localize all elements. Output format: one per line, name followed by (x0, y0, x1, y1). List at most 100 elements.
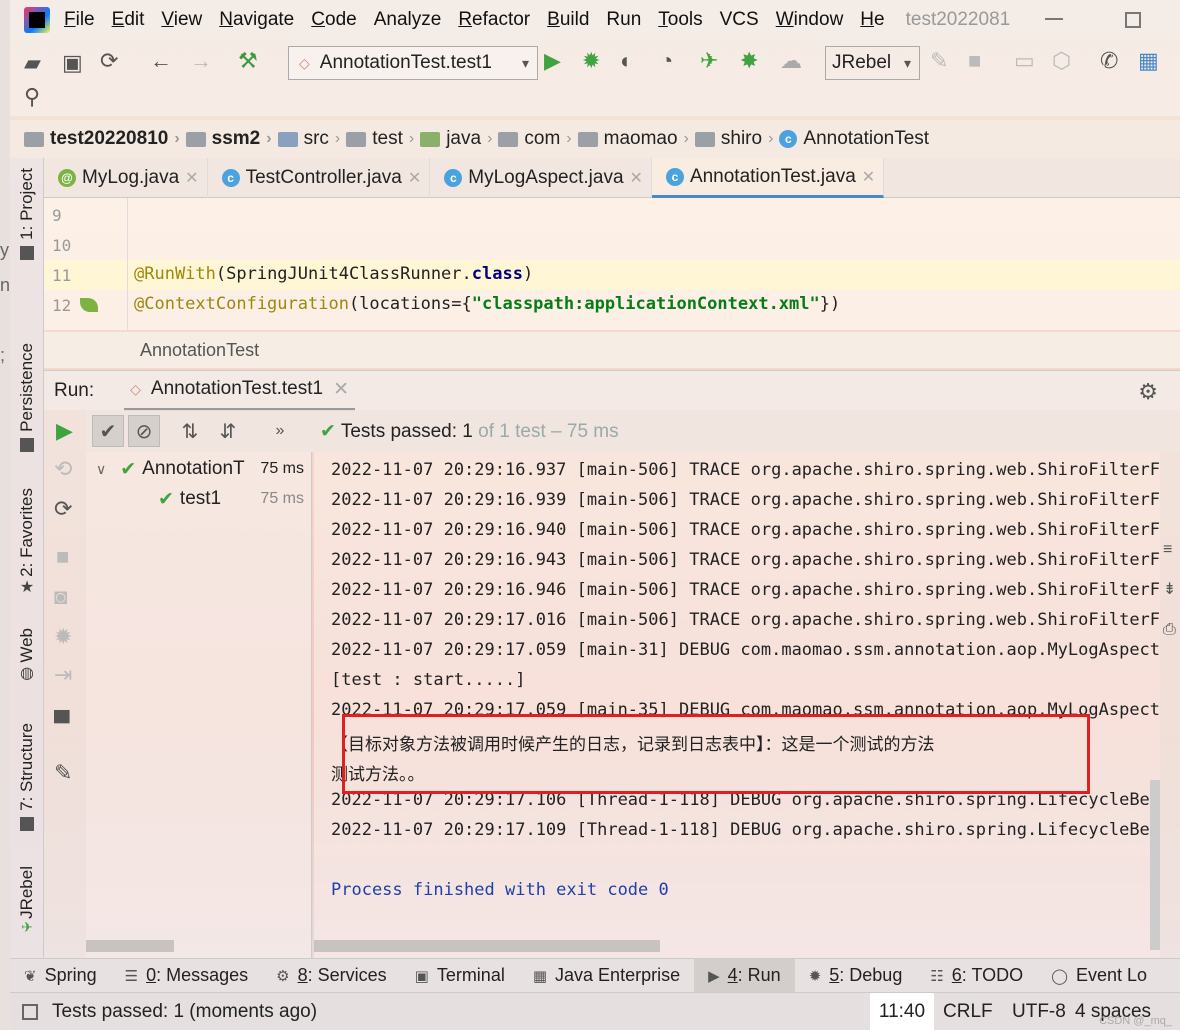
maximize-icon[interactable] (1125, 12, 1141, 28)
tree-row-class[interactable]: ∨ ✔ AnnotationT 75 ms (86, 454, 312, 484)
coverage-icon[interactable]: ◐ (620, 50, 633, 72)
editor-tab[interactable]: c MyLogAspect.java ✕ (430, 158, 652, 198)
exit-icon[interactable]: ⇥ (54, 664, 72, 686)
attach-icon[interactable]: ☁ (780, 50, 802, 72)
run-configuration-select[interactable]: ◇ AnnotationTest.test1 ▾ (288, 46, 538, 80)
breadcrumb-item[interactable]: c AnnotationTest (779, 128, 929, 150)
debug-icon[interactable]: ✹ (582, 50, 600, 72)
toggle-auto-test-icon[interactable]: ⟳ (54, 498, 72, 520)
breadcrumb-item[interactable]: test › (346, 128, 420, 150)
close-icon[interactable]: ✕ (185, 168, 198, 188)
run-icon[interactable]: ▶ (544, 50, 561, 72)
tool-button-terminal[interactable]: ▣ Terminal (401, 959, 519, 993)
console-horizontal-scrollbar[interactable] (314, 940, 660, 952)
show-ignored-icon[interactable]: ⊘ (128, 415, 160, 447)
jrebel-run-icon[interactable]: ✈ (700, 50, 718, 72)
print-icon[interactable]: ⎙ (1163, 622, 1176, 638)
breadcrumb-item[interactable]: src › (277, 128, 347, 150)
menu-item-code[interactable]: Code (311, 9, 356, 31)
menu-item-build[interactable]: Build (547, 9, 589, 31)
close-icon[interactable]: ✕ (408, 168, 421, 188)
tool-button-todo[interactable]: ☷ 6: TODO (916, 959, 1037, 993)
console-output[interactable]: 2022-11-07 20:29:16.937 [main-506] TRACE… (314, 452, 1160, 958)
close-icon[interactable]: ✕ (333, 378, 349, 401)
tab-persistence[interactable]: Persistence (10, 343, 44, 452)
gear-icon[interactable]: ⚙ (1138, 379, 1158, 405)
settings-wrench-icon[interactable]: ✆ (1100, 50, 1118, 72)
breadcrumb-item[interactable]: test20220810 › (24, 128, 186, 150)
console-vertical-scrollbar[interactable] (1150, 780, 1160, 950)
build-hammer-icon[interactable]: ⚒ (238, 50, 258, 72)
back-icon[interactable]: ← (150, 50, 172, 72)
breadcrumb-item[interactable]: java › (420, 128, 498, 150)
run-tab[interactable]: ◇ AnnotationTest.test1 ✕ (124, 371, 356, 411)
menu-item-file[interactable]: File (64, 9, 95, 31)
menu-item-run[interactable]: Run (606, 9, 641, 31)
more-icon[interactable]: » (264, 415, 296, 447)
device-icon[interactable]: ▭ (1014, 50, 1035, 72)
menu-item-window[interactable]: Window (776, 9, 844, 31)
jrebel-select[interactable]: JRebel ▾ (825, 46, 920, 80)
layout-icon[interactable]: ▀ (54, 712, 70, 734)
editor-tab[interactable]: c AnnotationTest.java ✕ (651, 158, 885, 198)
editor-breadcrumb[interactable]: AnnotationTest (44, 332, 1180, 368)
tab-jrebel[interactable]: JRebel ✈ (10, 866, 44, 936)
debug-icon[interactable]: ✹ (54, 626, 72, 648)
tool-button-messages[interactable]: ☰ 0: Messages (111, 959, 263, 993)
menu-item-analyze[interactable]: Analyze (374, 9, 442, 31)
breadcrumb-item[interactable]: ssm2 › (185, 128, 278, 150)
tab-favorites[interactable]: 2: Favorites ★ (10, 488, 44, 597)
menu-item-vcs[interactable]: VCS (720, 9, 759, 31)
menu-item-edit[interactable]: Edit (112, 9, 145, 31)
tool-button-run[interactable]: ▶ 4: Run (694, 958, 795, 993)
save-icon[interactable]: ▣ (62, 52, 83, 74)
chevron-down-icon[interactable]: ∨ (96, 461, 106, 478)
menu-item-refactor[interactable]: Refactor (458, 9, 530, 31)
editor-tab[interactable]: @ MyLog.java ✕ (44, 158, 208, 198)
tab-project[interactable]: 1: Project (10, 168, 44, 260)
close-icon[interactable]: ✕ (630, 168, 643, 188)
breadcrumb-item[interactable]: shiro › (694, 128, 780, 150)
minimize-icon[interactable] (1045, 18, 1063, 20)
tool-button-event-lo[interactable]: ◯ Event Lo (1037, 959, 1161, 993)
soft-wrap-icon[interactable]: ≡ (1163, 542, 1172, 558)
sort-alpha-icon[interactable]: ⇅ (174, 415, 206, 447)
show-passed-icon[interactable]: ✔ (92, 415, 124, 447)
stop-icon[interactable]: ■ (968, 50, 981, 72)
caret-position[interactable]: 11:40 (870, 993, 934, 1030)
tool-windows-toggle-icon[interactable] (22, 1004, 38, 1020)
rerun-icon[interactable]: ▶ (56, 420, 73, 442)
stop-icon[interactable]: ■ (56, 546, 69, 568)
camera-icon[interactable]: ◙ (54, 586, 67, 608)
profile-icon[interactable]: ◔ (660, 50, 673, 72)
rerun-failed-icon[interactable]: ⟲ (54, 458, 72, 480)
code-editor[interactable]: 9 10 11 12 @RunWith(SpringJUnit4ClassRun… (44, 198, 1180, 330)
search-icon[interactable]: ⚲ (24, 86, 40, 108)
menu-item-view[interactable]: View (161, 9, 202, 31)
close-icon[interactable]: ✕ (862, 167, 875, 187)
structure-icon[interactable]: ⬡ (1052, 50, 1071, 72)
tool-button-services[interactable]: ⚙ 8: Services (262, 959, 401, 993)
tab-structure[interactable]: 7: Structure (10, 723, 44, 831)
jrebel-debug-icon[interactable]: ✸ (740, 50, 758, 72)
scroll-end-icon[interactable]: ⇟ (1163, 582, 1176, 598)
tool-button-spring[interactable]: ❦ Spring (10, 959, 111, 993)
sync-icon[interactable]: ⟳ (100, 50, 118, 72)
breadcrumb-item[interactable]: com › (498, 128, 577, 150)
project-structure-icon[interactable]: ▦ (1138, 50, 1159, 72)
update-icon[interactable]: ✎ (930, 50, 948, 72)
tab-web[interactable]: Web ◍ (10, 628, 44, 683)
sort-duration-icon[interactable]: ⇵ (212, 415, 244, 447)
tool-button-debug[interactable]: ✹ 5: Debug (795, 959, 917, 993)
file-encoding[interactable]: UTF-8 (1012, 1001, 1066, 1023)
pin-icon[interactable]: ✎ (54, 762, 72, 784)
tree-row-method[interactable]: ✔ test1 75 ms (86, 484, 312, 514)
menu-item-tools[interactable]: Tools (658, 9, 702, 31)
tool-button-java-enterprise[interactable]: ▦ Java Enterprise (519, 959, 694, 993)
menu-item-he[interactable]: He (860, 9, 884, 31)
breadcrumb-item[interactable]: maomao › (577, 128, 695, 150)
line-separator[interactable]: CRLF (943, 1001, 993, 1023)
menu-item-navigate[interactable]: Navigate (219, 9, 294, 31)
editor-tab[interactable]: c TestController.java ✕ (208, 158, 431, 198)
forward-icon[interactable]: → (190, 50, 212, 72)
